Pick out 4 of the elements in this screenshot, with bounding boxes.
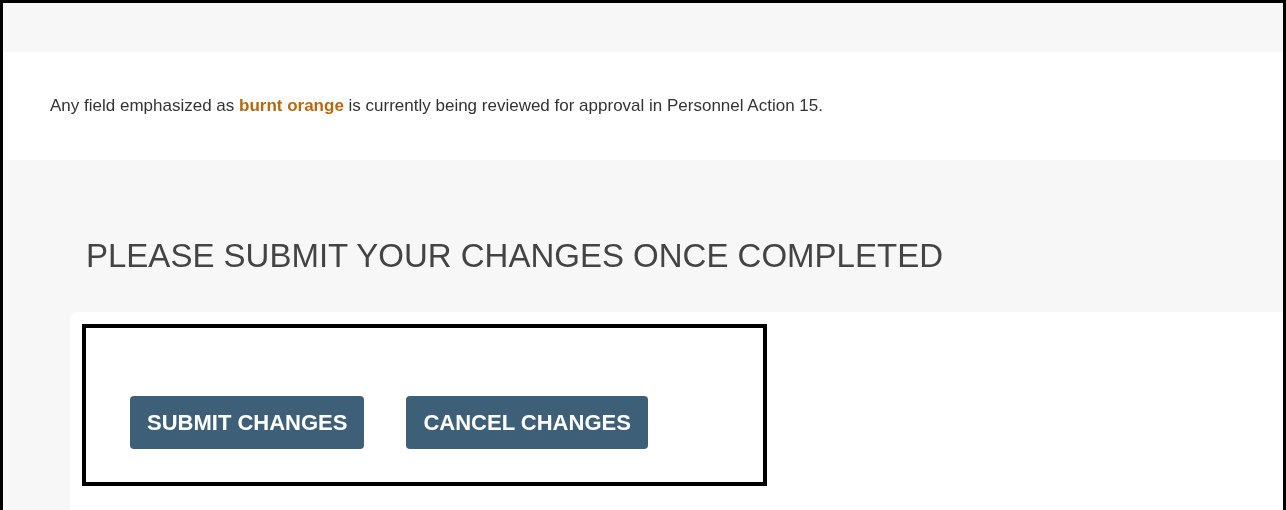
section-heading: PLEASE SUBMIT YOUR CHANGES ONCE COMPLETED [86, 236, 944, 276]
notice-text: Any field emphasized as burnt orange is currently being reviewed for approval in Personnel Action 15. [50, 96, 823, 116]
cancel-button[interactable]: CANCEL CHANGES [406, 396, 648, 449]
submit-button[interactable]: SUBMIT CHANGES [130, 396, 365, 449]
